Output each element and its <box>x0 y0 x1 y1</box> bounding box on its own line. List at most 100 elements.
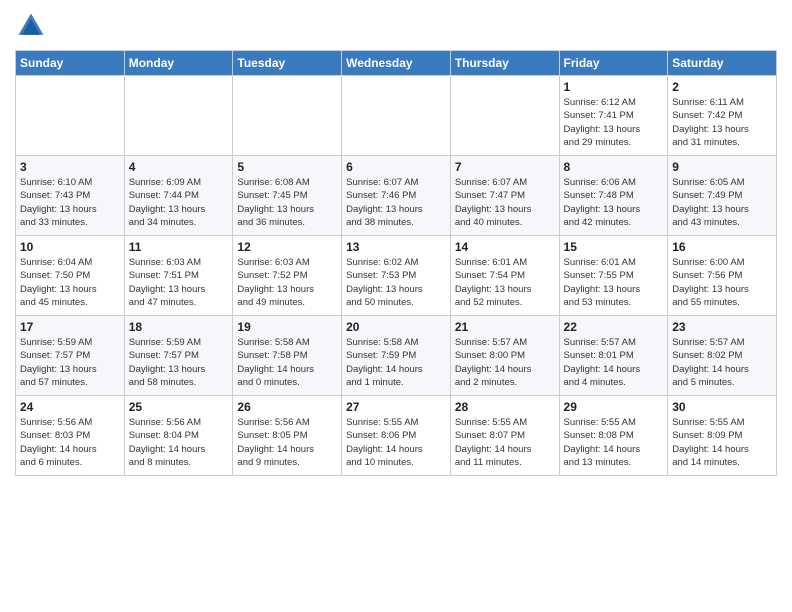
day-cell: 27 Sunrise: 5:55 AM Sunset: 8:06 PM Dayli… <box>342 396 451 476</box>
day-number: 21 <box>455 320 555 334</box>
day-detail: Sunrise: 6:08 AM Sunset: 7:45 PM Dayligh… <box>237 176 337 229</box>
day-detail: Sunrise: 6:02 AM Sunset: 7:53 PM Dayligh… <box>346 256 446 309</box>
day-number: 18 <box>129 320 229 334</box>
day-detail: Sunrise: 5:57 AM Sunset: 8:00 PM Dayligh… <box>455 336 555 389</box>
day-cell: 3Sunrise: 6:10 AM Sunset: 7:43 PM Daylig… <box>16 156 125 236</box>
day-detail: Sunrise: 6:11 AM Sunset: 7:42 PM Dayligh… <box>672 96 772 149</box>
logo-icon <box>15 10 47 42</box>
day-number: 24 <box>20 400 120 414</box>
day-detail: Sunrise: 5:56 AM Sunset: 8:03 PM Dayligh… <box>20 416 120 469</box>
col-header-monday: Monday <box>124 51 233 76</box>
day-number: 29 <box>564 400 664 414</box>
day-cell: 15 Sunrise: 6:01 AM Sunset: 7:55 PM Dayli… <box>559 236 668 316</box>
day-cell: 21 Sunrise: 5:57 AM Sunset: 8:00 PM Dayli… <box>450 316 559 396</box>
day-detail: Sunrise: 5:55 AM Sunset: 8:07 PM Dayligh… <box>455 416 555 469</box>
page: SundayMondayTuesdayWednesdayThursdayFrid… <box>0 0 792 612</box>
header-row: SundayMondayTuesdayWednesdayThursdayFrid… <box>16 51 777 76</box>
day-cell: 1 Sunrise: 6:12 AM Sunset: 7:41 PM Daylig… <box>559 76 668 156</box>
day-number: 19 <box>237 320 337 334</box>
day-detail: Sunrise: 6:01 AM Sunset: 7:55 PM Dayligh… <box>564 256 664 309</box>
col-header-friday: Friday <box>559 51 668 76</box>
day-number: 22 <box>564 320 664 334</box>
day-detail: Sunrise: 6:07 AM Sunset: 7:46 PM Dayligh… <box>346 176 446 229</box>
day-cell: 10 Sunrise: 6:04 AM Sunset: 7:50 PM Dayli… <box>16 236 125 316</box>
day-number: 9 <box>672 160 772 174</box>
day-number: 11 <box>129 240 229 254</box>
day-cell: 19 Sunrise: 5:58 AM Sunset: 7:58 PM Dayli… <box>233 316 342 396</box>
day-number: 25 <box>129 400 229 414</box>
day-detail: Sunrise: 6:00 AM Sunset: 7:56 PM Dayligh… <box>672 256 772 309</box>
day-number: 23 <box>672 320 772 334</box>
day-cell: 8 Sunrise: 6:06 AM Sunset: 7:48 PM Daylig… <box>559 156 668 236</box>
day-number: 2 <box>672 80 772 94</box>
day-detail: Sunrise: 5:55 AM Sunset: 8:08 PM Dayligh… <box>564 416 664 469</box>
day-detail: Sunrise: 6:01 AM Sunset: 7:54 PM Dayligh… <box>455 256 555 309</box>
day-detail: Sunrise: 5:58 AM Sunset: 7:59 PM Dayligh… <box>346 336 446 389</box>
day-cell: 30 Sunrise: 5:55 AM Sunset: 8:09 PM Dayli… <box>668 396 777 476</box>
day-number: 20 <box>346 320 446 334</box>
col-header-thursday: Thursday <box>450 51 559 76</box>
day-cell: 24 Sunrise: 5:56 AM Sunset: 8:03 PM Dayli… <box>16 396 125 476</box>
day-detail: Sunrise: 6:09 AM Sunset: 7:44 PM Dayligh… <box>129 176 229 229</box>
day-number: 10 <box>20 240 120 254</box>
day-cell <box>16 76 125 156</box>
day-number: 6 <box>346 160 446 174</box>
col-header-tuesday: Tuesday <box>233 51 342 76</box>
day-detail: Sunrise: 6:07 AM Sunset: 7:47 PM Dayligh… <box>455 176 555 229</box>
day-cell: 11 Sunrise: 6:03 AM Sunset: 7:51 PM Dayli… <box>124 236 233 316</box>
day-detail: Sunrise: 5:56 AM Sunset: 8:05 PM Dayligh… <box>237 416 337 469</box>
day-detail: Sunrise: 6:06 AM Sunset: 7:48 PM Dayligh… <box>564 176 664 229</box>
day-cell: 13 Sunrise: 6:02 AM Sunset: 7:53 PM Dayli… <box>342 236 451 316</box>
day-cell <box>233 76 342 156</box>
week-row-4: 17 Sunrise: 5:59 AM Sunset: 7:57 PM Dayli… <box>16 316 777 396</box>
day-detail: Sunrise: 5:58 AM Sunset: 7:58 PM Dayligh… <box>237 336 337 389</box>
day-detail: Sunrise: 5:55 AM Sunset: 8:06 PM Dayligh… <box>346 416 446 469</box>
day-detail: Sunrise: 6:12 AM Sunset: 7:41 PM Dayligh… <box>564 96 664 149</box>
day-detail: Sunrise: 6:03 AM Sunset: 7:52 PM Dayligh… <box>237 256 337 309</box>
day-cell: 20 Sunrise: 5:58 AM Sunset: 7:59 PM Dayli… <box>342 316 451 396</box>
day-cell: 26 Sunrise: 5:56 AM Sunset: 8:05 PM Dayli… <box>233 396 342 476</box>
day-detail: Sunrise: 6:03 AM Sunset: 7:51 PM Dayligh… <box>129 256 229 309</box>
col-header-wednesday: Wednesday <box>342 51 451 76</box>
day-number: 30 <box>672 400 772 414</box>
day-cell: 22 Sunrise: 5:57 AM Sunset: 8:01 PM Dayli… <box>559 316 668 396</box>
day-detail: Sunrise: 5:57 AM Sunset: 8:01 PM Dayligh… <box>564 336 664 389</box>
day-number: 14 <box>455 240 555 254</box>
calendar-table: SundayMondayTuesdayWednesdayThursdayFrid… <box>15 50 777 476</box>
day-number: 1 <box>564 80 664 94</box>
day-cell <box>124 76 233 156</box>
day-cell <box>342 76 451 156</box>
day-detail: Sunrise: 5:59 AM Sunset: 7:57 PM Dayligh… <box>20 336 120 389</box>
day-cell: 6 Sunrise: 6:07 AM Sunset: 7:46 PM Daylig… <box>342 156 451 236</box>
day-cell: 5 Sunrise: 6:08 AM Sunset: 7:45 PM Daylig… <box>233 156 342 236</box>
day-cell: 17 Sunrise: 5:59 AM Sunset: 7:57 PM Dayli… <box>16 316 125 396</box>
day-number: 26 <box>237 400 337 414</box>
day-detail: Sunrise: 6:04 AM Sunset: 7:50 PM Dayligh… <box>20 256 120 309</box>
logo <box>15 10 51 42</box>
day-number: 13 <box>346 240 446 254</box>
day-number: 28 <box>455 400 555 414</box>
day-cell: 7 Sunrise: 6:07 AM Sunset: 7:47 PM Daylig… <box>450 156 559 236</box>
day-number: 5 <box>237 160 337 174</box>
day-detail: Sunrise: 5:56 AM Sunset: 8:04 PM Dayligh… <box>129 416 229 469</box>
col-header-sunday: Sunday <box>16 51 125 76</box>
day-number: 16 <box>672 240 772 254</box>
day-number: 8 <box>564 160 664 174</box>
day-number: 17 <box>20 320 120 334</box>
week-row-1: 1 Sunrise: 6:12 AM Sunset: 7:41 PM Daylig… <box>16 76 777 156</box>
day-detail: Sunrise: 5:55 AM Sunset: 8:09 PM Dayligh… <box>672 416 772 469</box>
day-cell: 23Sunrise: 5:57 AM Sunset: 8:02 PM Dayli… <box>668 316 777 396</box>
header <box>15 10 777 42</box>
day-cell: 18Sunrise: 5:59 AM Sunset: 7:57 PM Dayli… <box>124 316 233 396</box>
day-cell: 16 Sunrise: 6:00 AM Sunset: 7:56 PM Dayli… <box>668 236 777 316</box>
day-number: 3 <box>20 160 120 174</box>
day-number: 7 <box>455 160 555 174</box>
day-cell: 4Sunrise: 6:09 AM Sunset: 7:44 PM Daylig… <box>124 156 233 236</box>
day-cell: 25 Sunrise: 5:56 AM Sunset: 8:04 PM Dayli… <box>124 396 233 476</box>
day-number: 27 <box>346 400 446 414</box>
day-cell <box>450 76 559 156</box>
day-cell: 12Sunrise: 6:03 AM Sunset: 7:52 PM Dayli… <box>233 236 342 316</box>
day-number: 15 <box>564 240 664 254</box>
day-detail: Sunrise: 6:05 AM Sunset: 7:49 PM Dayligh… <box>672 176 772 229</box>
day-cell: 29 Sunrise: 5:55 AM Sunset: 8:08 PM Dayli… <box>559 396 668 476</box>
